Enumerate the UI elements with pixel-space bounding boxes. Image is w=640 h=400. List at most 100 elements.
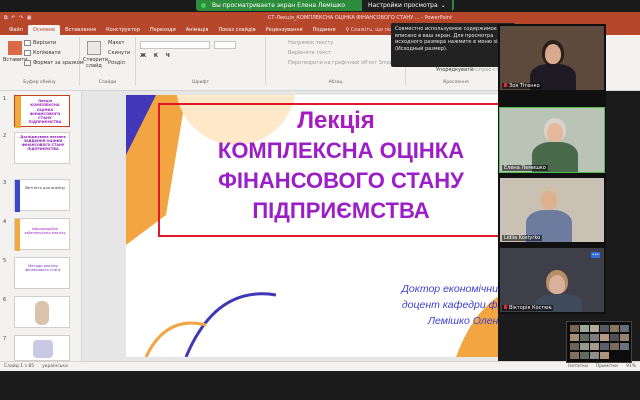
clipboard-group-label: Буфер обміну xyxy=(23,80,56,85)
thumb-number: 4 xyxy=(3,219,7,225)
reset-button[interactable]: Скинути xyxy=(108,50,130,56)
status-bar: Слайд 1 з 85 українська Нотатки Примітки… xyxy=(0,361,640,371)
author-line: доцент кафедри фінансів xyxy=(401,299,498,311)
participant-face xyxy=(547,123,563,143)
align-text-button[interactable]: Вирівняти текст xyxy=(288,50,331,56)
slides-group-label: Слайди xyxy=(98,80,117,85)
mini-video xyxy=(600,334,609,341)
copy-icon xyxy=(24,50,31,56)
participant-tile[interactable]: Зоя Тітенко xyxy=(500,26,604,90)
mini-gallery-view[interactable] xyxy=(566,321,632,363)
mini-video xyxy=(590,334,599,341)
slide-title-line: КОМПЛЕКСНА ОЦІНКА xyxy=(217,138,465,163)
cut-label: Вирізати xyxy=(33,40,57,46)
comments-button[interactable]: Примітки xyxy=(596,364,618,369)
screen-share-banner: Вы просматриваете экран Елена Лемішко На… xyxy=(196,0,454,11)
thumb-number: 5 xyxy=(3,258,7,264)
notes-button[interactable]: Нотатки xyxy=(568,364,588,369)
slides-group: Створити слайд Макет Скинути Розділ Слай… xyxy=(80,37,136,85)
align-text-label: Вирівняти текст xyxy=(288,50,331,56)
slide-title: КОМПЛЕКСНА ОЦІНКА ФІНАНСОВОГО СТАНУ ПІДП… xyxy=(166,136,498,226)
mini-video xyxy=(570,334,579,341)
tab-insert[interactable]: Вставлення xyxy=(60,25,101,35)
tab-view[interactable]: Подання xyxy=(308,25,341,35)
thumb-number: 6 xyxy=(3,297,7,303)
slide-thumbnail[interactable]: Лекція КОМПЛЕКСНА ОЦІНКА ФІНАНСОВОГО СТА… xyxy=(14,95,70,128)
view-options-label: Настройки просмотра xyxy=(368,2,438,9)
chevron-down-icon: ⌄ xyxy=(440,2,446,9)
participant-tile[interactable]: Елена Лемишко xyxy=(499,107,605,173)
copy-button[interactable]: Копіювати xyxy=(24,50,61,56)
participant-name-text: Елена Лемишко xyxy=(504,165,546,171)
reset-label: Скинути xyxy=(108,50,131,56)
tab-design[interactable]: Конструктор xyxy=(101,25,145,35)
participant-tile[interactable]: Lidiia Kostyrko xyxy=(500,178,604,242)
status-right: Нотатки Примітки 91% xyxy=(568,364,636,369)
new-slide-label: Створити слайд xyxy=(83,57,108,69)
slide-thumbnail[interactable]: Досліджувана питання ЗАВДАННЯ ОЦІНКИ ФІН… xyxy=(14,132,70,164)
screen-bottom-area xyxy=(0,371,640,400)
thumb-text: Методи аналізу фінансового стану xyxy=(25,264,61,273)
smartart-button[interactable]: Перетворити на графічний об'єкт SmartArt xyxy=(288,60,401,66)
slide-editor: Лекція КОМПЛЕКСНА ОЦІНКА ФІНАНСОВОГО СТА… xyxy=(82,91,498,361)
tab-file[interactable]: Файл xyxy=(4,25,28,35)
text-direction-button[interactable]: Напрямок тексту xyxy=(288,40,333,46)
zoom-level[interactable]: 91% xyxy=(626,364,636,369)
tab-slideshow[interactable]: Показ слайдів xyxy=(213,25,260,35)
slide-thumbnail[interactable]: Інформаційне забезпечення аналізу xyxy=(14,218,70,251)
section-button[interactable]: Розділ xyxy=(108,60,125,66)
new-slide-button[interactable]: Створити слайд xyxy=(83,41,108,69)
chevron-down-icon[interactable]: ⌄ xyxy=(546,306,556,311)
format-painter-button[interactable]: Формат за зразком xyxy=(24,60,84,66)
slide-thumbnail[interactable] xyxy=(14,335,70,361)
smartart-label: Перетворити на графічний об'єкт SmartArt xyxy=(288,60,402,66)
participant-face xyxy=(541,191,557,210)
thumb-decoration xyxy=(15,96,21,128)
font-name-field[interactable] xyxy=(140,41,210,49)
slide-author: Доктор економічних наук, доцент кафедри … xyxy=(356,281,498,329)
font-group-label: Шрифт xyxy=(191,80,210,85)
tab-home[interactable]: Основне xyxy=(27,25,61,35)
participant-gallery: Зоя Тітенко Елена Лемишко Lidiia Kostyrk… xyxy=(498,24,606,314)
new-slide-icon xyxy=(87,41,101,55)
more-options-button[interactable]: ••• xyxy=(591,252,600,258)
muted-mic-icon xyxy=(504,83,507,87)
author-line: Доктор економічних наук, xyxy=(401,283,498,295)
mini-video xyxy=(590,343,599,350)
thumb-picture xyxy=(33,340,53,358)
mini-video xyxy=(590,325,599,332)
participant-face xyxy=(549,275,565,294)
participant-tile[interactable]: ••• Вікторія Костюк xyxy=(500,248,604,312)
copy-label: Копіювати xyxy=(33,50,61,56)
font-size-field[interactable] xyxy=(214,41,236,49)
share-indicator-icon xyxy=(201,3,206,8)
quick-access-toolbar[interactable]: ⧉ ↶ ↷ ▣ xyxy=(0,15,80,21)
tab-review[interactable]: Рецензування xyxy=(261,25,308,35)
thumb-number: 2 xyxy=(3,133,7,139)
section-label: Розділ xyxy=(108,60,125,66)
mini-video xyxy=(600,325,609,332)
thumb-number: 1 xyxy=(3,96,7,102)
thumb-text: Інформаційне забезпечення аналізу xyxy=(24,227,66,236)
tab-animations[interactable]: Анімація xyxy=(181,25,214,35)
participant-name: Елена Лемишко xyxy=(502,165,548,171)
mini-video xyxy=(590,352,599,359)
cut-button[interactable]: Вирізати xyxy=(24,40,56,46)
language-indicator[interactable]: українська xyxy=(42,364,68,369)
layout-button[interactable]: Макет xyxy=(108,40,124,46)
tab-transitions[interactable]: Переходи xyxy=(145,25,181,35)
arrange-button[interactable]: Упорядкувати xyxy=(436,67,473,73)
slide-thumbnail[interactable]: Методи аналізу фінансового стану xyxy=(14,257,70,289)
thumb-picture xyxy=(35,301,49,325)
participant-face xyxy=(545,44,561,64)
mini-video xyxy=(570,343,579,350)
mini-video xyxy=(600,343,609,350)
current-slide[interactable]: Лекція КОМПЛЕКСНА ОЦІНКА ФІНАНСОВОГО СТА… xyxy=(126,95,498,357)
paragraph-group-label: Абзац xyxy=(328,80,343,85)
thumb-text: Звітність для аналізу xyxy=(24,186,66,190)
thumb-text: Досліджувана питання ЗАВДАННЯ ОЦІНКИ ФІН… xyxy=(20,135,66,152)
font-format-buttons[interactable]: Ж К Ч xyxy=(140,53,173,59)
slide-thumbnail[interactable]: Звітність для аналізу xyxy=(14,179,70,212)
view-options-button[interactable]: Настройки просмотра ⌄ xyxy=(362,0,452,11)
slide-thumbnail[interactable] xyxy=(14,296,70,328)
